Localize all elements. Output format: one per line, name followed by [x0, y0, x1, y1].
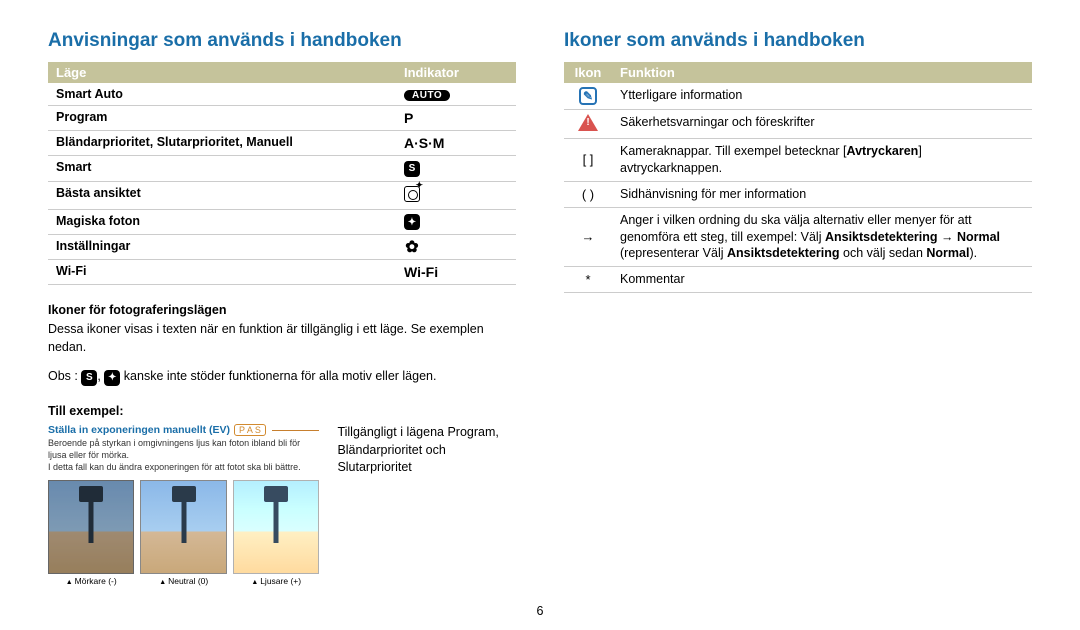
- thumb-label-2: Neutral (0): [140, 576, 226, 586]
- thumb-1: Mörkare (-): [48, 480, 134, 586]
- icon-cell: →: [564, 207, 612, 267]
- table-row: *Kommentar: [564, 267, 1032, 293]
- mode-cell: Smart: [48, 156, 396, 182]
- mode-cell: Bländarprioritet, Slutarprioritet, Manue…: [48, 131, 396, 156]
- thumb-img-3: [233, 480, 319, 574]
- indicator-cell: ✿: [396, 235, 516, 260]
- table-row: Wi-Fi Wi-Fi: [48, 260, 516, 285]
- indicator-text: A·S·M: [404, 135, 444, 151]
- col-icon: Ikon: [564, 62, 612, 83]
- right-column: Ikoner som används i handboken Ikon Funk…: [564, 30, 1032, 586]
- auto-icon: AUTO: [404, 90, 450, 101]
- callout-connector: [272, 430, 320, 431]
- indicator-cell: P: [396, 106, 516, 131]
- table-row: Magiska foton ✦: [48, 209, 516, 235]
- icon-cell: [564, 110, 612, 139]
- example-box: Ställa in exponeringen manuellt (EV) P A…: [48, 424, 319, 586]
- table-row: Program P: [48, 106, 516, 131]
- table-row: Bländarprioritet, Slutarprioritet, Manue…: [48, 131, 516, 156]
- face-icon: [404, 186, 420, 202]
- right-title: Ikoner som används i handboken: [564, 30, 1032, 52]
- example-callout: Tillgängligt i lägena Program, Bländarpr…: [337, 424, 516, 586]
- mode-cell: Inställningar: [48, 235, 396, 260]
- obs-para: Obs : S, ✦ kanske inte stöder funktioner…: [48, 368, 516, 386]
- icon-table: Ikon Funktion ✎ Ytterligare informationSä…: [564, 62, 1032, 293]
- indicator-cell: A·S·M: [396, 131, 516, 156]
- thumb-label-3: Ljusare (+): [233, 576, 319, 586]
- thumb-img-1: [48, 480, 134, 574]
- icon-cell: ✎: [564, 83, 612, 110]
- mode-icon: ✦: [404, 214, 420, 230]
- thumbs: Mörkare (-) Neutral (0) Ljusare (+): [48, 480, 319, 586]
- sub-heading-modes: Ikoner för fotograferingslägen: [48, 303, 516, 317]
- obs-suffix: kanske inte stöder funktionerna för alla…: [124, 369, 437, 383]
- mode-cell: Bästa ansiktet: [48, 181, 396, 209]
- function-cell: Anger i vilken ordning du ska välja alte…: [612, 207, 1032, 267]
- table-row: Bästa ansiktet: [48, 181, 516, 209]
- function-cell: Ytterligare information: [612, 83, 1032, 110]
- mode-cell: Magiska foton: [48, 209, 396, 235]
- mode-cell: Program: [48, 106, 396, 131]
- function-cell: Säkerhetsvarningar och föreskrifter: [612, 110, 1032, 139]
- function-cell: Sidhänvisning för mer information: [612, 181, 1032, 207]
- table-row: [ ]Kameraknappar. Till exempel betecknar…: [564, 139, 1032, 182]
- function-cell: Kommentar: [612, 267, 1032, 293]
- indicator-cell: AUTO: [396, 83, 516, 106]
- indicator-cell: Wi-Fi: [396, 260, 516, 285]
- indicator-cell: ✦: [396, 209, 516, 235]
- modes-para: Dessa ikoner visas i texten när en funkt…: [48, 321, 516, 356]
- mode-table: Läge Indikator Smart Auto AUTO Program P Blä…: [48, 62, 516, 285]
- icon-cell: *: [564, 267, 612, 293]
- table-row: Inställningar ✿: [48, 235, 516, 260]
- left-column: Anvisningar som används i handboken Läge…: [48, 30, 516, 586]
- info-icon: ✎: [579, 87, 597, 105]
- indicator-text: Wi-Fi: [404, 264, 438, 280]
- table-header-row: Ikon Funktion: [564, 62, 1032, 83]
- thumb-label-1: Mörkare (-): [48, 576, 134, 586]
- table-row: ( )Sidhänvisning för mer information: [564, 181, 1032, 207]
- table-row: →Anger i vilken ordning du ska välja alt…: [564, 207, 1032, 267]
- example-desc2: I detta fall kan du ändra exponeringen f…: [48, 462, 319, 474]
- obs-prefix: Obs :: [48, 369, 78, 383]
- table-header-row: Läge Indikator: [48, 62, 516, 83]
- example-heading-text: Ställa in exponeringen manuellt (EV): [48, 424, 230, 436]
- page-number: 6: [537, 604, 544, 618]
- icon-cell: ( ): [564, 181, 612, 207]
- col-indicator: Indikator: [396, 62, 516, 83]
- table-row: Smart S: [48, 156, 516, 182]
- example-heading: Till exempel:: [48, 404, 516, 418]
- left-title: Anvisningar som används i handboken: [48, 30, 516, 52]
- col-function: Funktion: [612, 62, 1032, 83]
- mode-cell: Smart Auto: [48, 83, 396, 106]
- indicator-cell: S: [396, 156, 516, 182]
- icon-cell: [ ]: [564, 139, 612, 182]
- magic-icon: ✦: [104, 370, 120, 386]
- function-cell: Kameraknappar. Till exempel betecknar [A…: [612, 139, 1032, 182]
- table-row: Säkerhetsvarningar och föreskrifter: [564, 110, 1032, 139]
- gear-icon: ✿: [404, 239, 420, 255]
- indicator-cell: [396, 181, 516, 209]
- table-row: ✎ Ytterligare information: [564, 83, 1032, 110]
- indicator-text: P: [404, 110, 413, 126]
- thumb-2: Neutral (0): [140, 480, 226, 586]
- col-mode: Läge: [48, 62, 396, 83]
- table-row: Smart Auto AUTO: [48, 83, 516, 106]
- example-desc1: Beroende på styrkan i omgivningens ljus …: [48, 438, 319, 461]
- mode-icon: S: [404, 161, 420, 177]
- mode-cell: Wi-Fi: [48, 260, 396, 285]
- example-row: Ställa in exponeringen manuellt (EV) P A…: [48, 424, 516, 586]
- thumb-img-2: [140, 480, 226, 574]
- example-badge: P A S: [234, 424, 266, 436]
- warning-icon: [578, 114, 598, 131]
- thumb-3: Ljusare (+): [233, 480, 319, 586]
- smart-icon: S: [81, 370, 97, 386]
